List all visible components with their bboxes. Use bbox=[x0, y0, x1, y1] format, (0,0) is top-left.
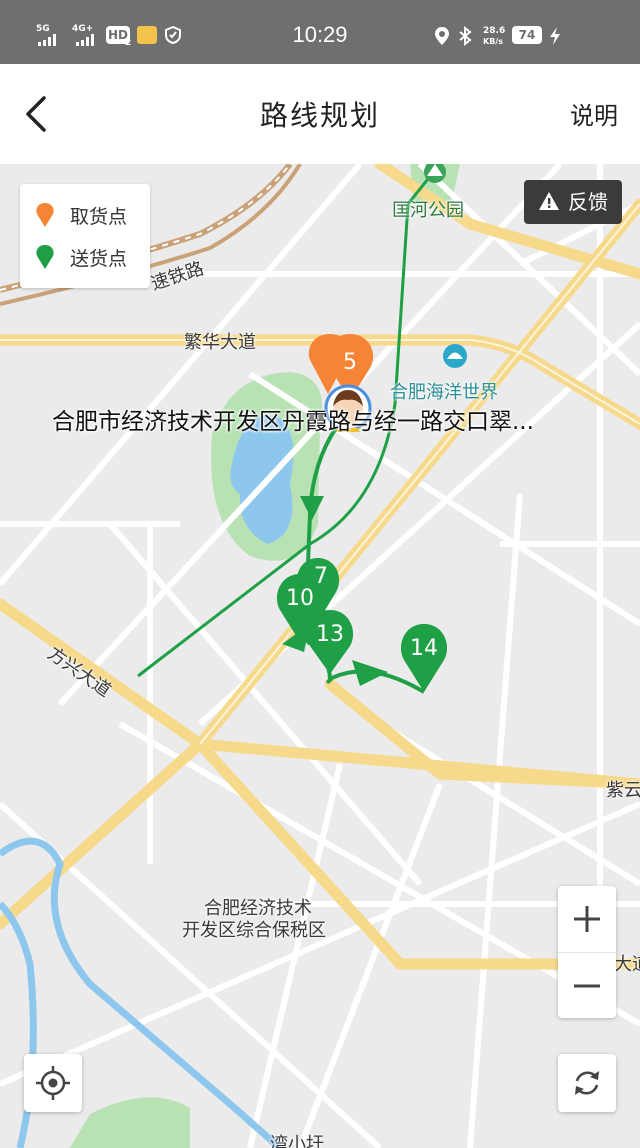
legend-item-pickup: 取货点 bbox=[34, 198, 150, 230]
clock: 10:29 bbox=[292, 22, 348, 47]
map-label-da-dao: 大道 bbox=[614, 954, 640, 975]
legend-label-pickup: 取货点 bbox=[70, 206, 128, 228]
courier-address-label: 合肥市经济技术开发区丹霞路与经一路交口翠... bbox=[52, 409, 534, 435]
help-link[interactable]: 说明 bbox=[570, 96, 618, 131]
plus-icon bbox=[574, 906, 600, 932]
delivery-pin-icon bbox=[36, 245, 54, 269]
page-title: 路线规划 bbox=[259, 99, 380, 132]
zoom-in-button[interactable] bbox=[558, 886, 616, 952]
aquarium-icon bbox=[443, 344, 467, 368]
warning-icon bbox=[539, 192, 559, 210]
map-label-kuanghe-park: 匡河公园 bbox=[392, 200, 464, 221]
battery-level: 74 bbox=[512, 26, 542, 44]
status-bar: 5G 4G+ HD 2 10:29 28.6 KB/s 74 bbox=[0, 0, 640, 64]
delivery-pin-number-10: 10 bbox=[286, 586, 314, 611]
zoom-controls bbox=[558, 886, 616, 1018]
park-area-south bbox=[70, 1097, 190, 1148]
map-label-ziyun: 紫云 bbox=[606, 780, 640, 801]
zoom-out-button[interactable] bbox=[558, 952, 616, 1018]
refresh-button[interactable] bbox=[558, 1054, 616, 1112]
crosshair-icon bbox=[36, 1066, 70, 1100]
location-icon bbox=[435, 27, 449, 45]
map-label-bonded-zone-line2: 开发区综合保税区 bbox=[182, 920, 326, 941]
feedback-button[interactable]: 反馈 bbox=[524, 180, 622, 224]
map-legend: 取货点 送货点 bbox=[20, 184, 150, 288]
locate-button[interactable] bbox=[24, 1054, 82, 1112]
map-label-fanhua-avenue: 繁华大道 bbox=[184, 332, 256, 353]
pickup-pin-icon bbox=[36, 203, 54, 227]
legend-item-delivery: 送货点 bbox=[34, 240, 150, 272]
delivery-pin-number-13: 13 bbox=[316, 622, 344, 647]
minus-icon bbox=[574, 984, 600, 988]
charging-icon bbox=[550, 27, 560, 45]
map-canvas bbox=[0, 164, 640, 1148]
delivery-pin-number-14: 14 bbox=[410, 636, 438, 661]
map-label-ocean-world: 合肥海洋世界 bbox=[390, 382, 498, 403]
net-speed-unit: KB/s bbox=[483, 37, 503, 46]
route-map[interactable]: 匡河公园 速铁路 繁华大道 合肥海洋世界 方兴大道 紫云 合肥经济技术 开发区综… bbox=[0, 164, 640, 1148]
pickup-pin-number: 5 bbox=[343, 350, 357, 375]
map-label-bottom-place: 湾小圩 bbox=[270, 1134, 324, 1148]
refresh-icon bbox=[575, 1071, 599, 1095]
header-bar: 路线规划 说明 bbox=[0, 64, 640, 164]
feedback-label: 反馈 bbox=[568, 190, 608, 214]
net-speed-value: 28.6 bbox=[483, 26, 506, 36]
bluetooth-icon bbox=[459, 26, 472, 46]
legend-label-delivery: 送货点 bbox=[70, 248, 128, 270]
